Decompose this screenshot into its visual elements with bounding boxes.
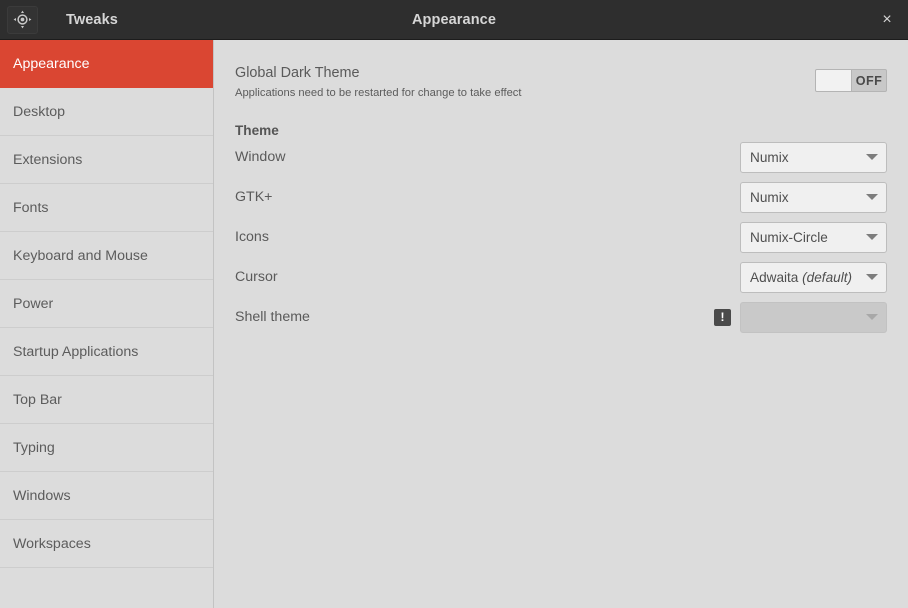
toggle-knob xyxy=(816,70,852,91)
setting-label: Window xyxy=(235,149,286,166)
cursor-theme-default-tag: (default) xyxy=(802,269,853,285)
sidebar-item-appearance[interactable]: Appearance xyxy=(0,40,213,88)
global-dark-theme-subtitle: Applications need to be restarted for ch… xyxy=(235,87,522,100)
global-dark-theme-title: Global Dark Theme xyxy=(235,65,360,81)
sidebar-item-label: Typing xyxy=(13,439,55,456)
sidebar-item-startup-applications[interactable]: Startup Applications xyxy=(0,328,213,376)
chevron-down-icon xyxy=(866,274,878,281)
icons-theme-value: Numix-Circle xyxy=(750,229,828,245)
toggle-state-label: OFF xyxy=(855,73,883,88)
setting-control-group: Numix xyxy=(740,141,887,173)
chevron-down-icon xyxy=(866,314,878,321)
global-dark-theme-row: Global Dark Theme Applications need to b… xyxy=(235,40,887,100)
setting-label: Shell theme xyxy=(235,309,310,326)
sidebar-item-extensions[interactable]: Extensions xyxy=(0,136,213,184)
sidebar-item-label: Startup Applications xyxy=(13,343,139,360)
chevron-down-icon xyxy=(866,194,878,201)
shell-theme-dropdown xyxy=(740,301,887,333)
cursor-theme-dropdown[interactable]: Adwaita (default) xyxy=(740,261,887,293)
sidebar-item-power[interactable]: Power xyxy=(0,280,213,328)
setting-control-group: Adwaita (default) xyxy=(740,261,887,293)
sidebar-item-windows[interactable]: Windows xyxy=(0,472,213,520)
setting-control-group: Numix-Circle xyxy=(740,221,887,253)
sidebar-item-label: Appearance xyxy=(13,55,90,72)
app-name: Tweaks xyxy=(66,11,118,28)
window-theme-value: Numix xyxy=(750,149,789,165)
sidebar-item-fonts[interactable]: Fonts xyxy=(0,184,213,232)
header-bar: Tweaks Appearance × xyxy=(0,0,908,40)
sidebar-item-top-bar[interactable]: Top Bar xyxy=(0,376,213,424)
sidebar-item-label: Power xyxy=(13,295,54,312)
cursor-theme-name: Adwaita xyxy=(750,269,799,285)
sidebar-item-label: Keyboard and Mouse xyxy=(13,247,148,264)
cursor-theme-value: Adwaita (default) xyxy=(750,270,860,285)
tweaks-target-icon[interactable] xyxy=(7,5,38,34)
icons-theme-dropdown[interactable]: Numix-Circle xyxy=(740,221,887,253)
gtk-theme-value: Numix xyxy=(750,189,789,205)
close-icon[interactable]: × xyxy=(866,0,908,39)
warning-icon[interactable]: ! xyxy=(714,308,731,326)
sidebar-item-keyboard-and-mouse[interactable]: Keyboard and Mouse xyxy=(0,232,213,280)
sidebar-item-label: Extensions xyxy=(13,151,83,168)
global-dark-theme-text: Global Dark Theme Applications need to b… xyxy=(235,66,522,100)
setting-row-window: Window Numix xyxy=(235,137,887,177)
setting-label: Icons xyxy=(235,229,269,246)
sidebar-item-desktop[interactable]: Desktop xyxy=(0,88,213,136)
setting-label: GTK+ xyxy=(235,189,273,206)
setting-row-gtk: GTK+ Numix xyxy=(235,177,887,217)
sidebar-item-label: Top Bar xyxy=(13,391,62,408)
sidebar-item-label: Fonts xyxy=(13,199,49,216)
body: Appearance Desktop Extensions Fonts Keyb… xyxy=(0,40,908,608)
main-content: Global Dark Theme Applications need to b… xyxy=(214,40,908,608)
setting-control-group: Numix xyxy=(740,181,887,213)
sidebar-item-label: Windows xyxy=(13,487,71,504)
theme-section-heading: Theme xyxy=(235,122,279,138)
setting-row-shell-theme: Shell theme ! xyxy=(235,297,887,337)
sidebar: Appearance Desktop Extensions Fonts Keyb… xyxy=(0,40,214,608)
setting-row-icons: Icons Numix-Circle xyxy=(235,217,887,257)
chevron-down-icon xyxy=(866,154,878,161)
global-dark-theme-toggle[interactable]: OFF xyxy=(815,69,887,92)
header-left-group: Tweaks xyxy=(0,5,206,34)
window-theme-dropdown[interactable]: Numix xyxy=(740,141,887,173)
sidebar-item-typing[interactable]: Typing xyxy=(0,424,213,472)
tweaks-window: Tweaks Appearance × Appearance Desktop E… xyxy=(0,0,908,608)
sidebar-item-label: Workspaces xyxy=(13,535,91,552)
sidebar-item-label: Desktop xyxy=(13,103,66,120)
sidebar-item-workspaces[interactable]: Workspaces xyxy=(0,520,213,568)
setting-row-cursor: Cursor Adwaita (default) xyxy=(235,257,887,297)
setting-label: Cursor xyxy=(235,269,278,286)
gtk-theme-dropdown[interactable]: Numix xyxy=(740,181,887,213)
setting-control-group: ! xyxy=(714,301,887,333)
chevron-down-icon xyxy=(866,234,878,241)
